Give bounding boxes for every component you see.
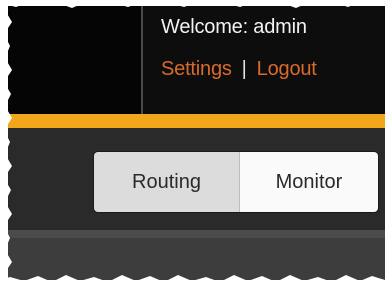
welcome-text: Welcome: admin [161, 16, 307, 38]
tab-monitor[interactable]: Monitor [240, 152, 378, 212]
tab-routing[interactable]: Routing [94, 152, 240, 212]
screenshot-frame: Welcome: admin Settings | Logout Routing M… [0, 0, 385, 291]
torn-edge-left [0, 0, 12, 291]
nav-band: Routing Monitor [8, 128, 385, 230]
header-divider [141, 6, 143, 114]
view-toggle: Routing Monitor [94, 152, 378, 212]
sub-nav-highlight [8, 230, 385, 238]
logout-link[interactable]: Logout [257, 58, 317, 80]
header-logo-area [8, 6, 141, 114]
user-links: Settings | Logout [161, 58, 317, 81]
torn-edge-top [0, 0, 385, 8]
settings-link[interactable]: Settings [161, 58, 232, 80]
top-header: Welcome: admin Settings | Logout [8, 6, 385, 114]
link-separator: | [241, 58, 247, 80]
accent-bar [8, 114, 385, 128]
torn-edge-bottom [0, 275, 385, 291]
